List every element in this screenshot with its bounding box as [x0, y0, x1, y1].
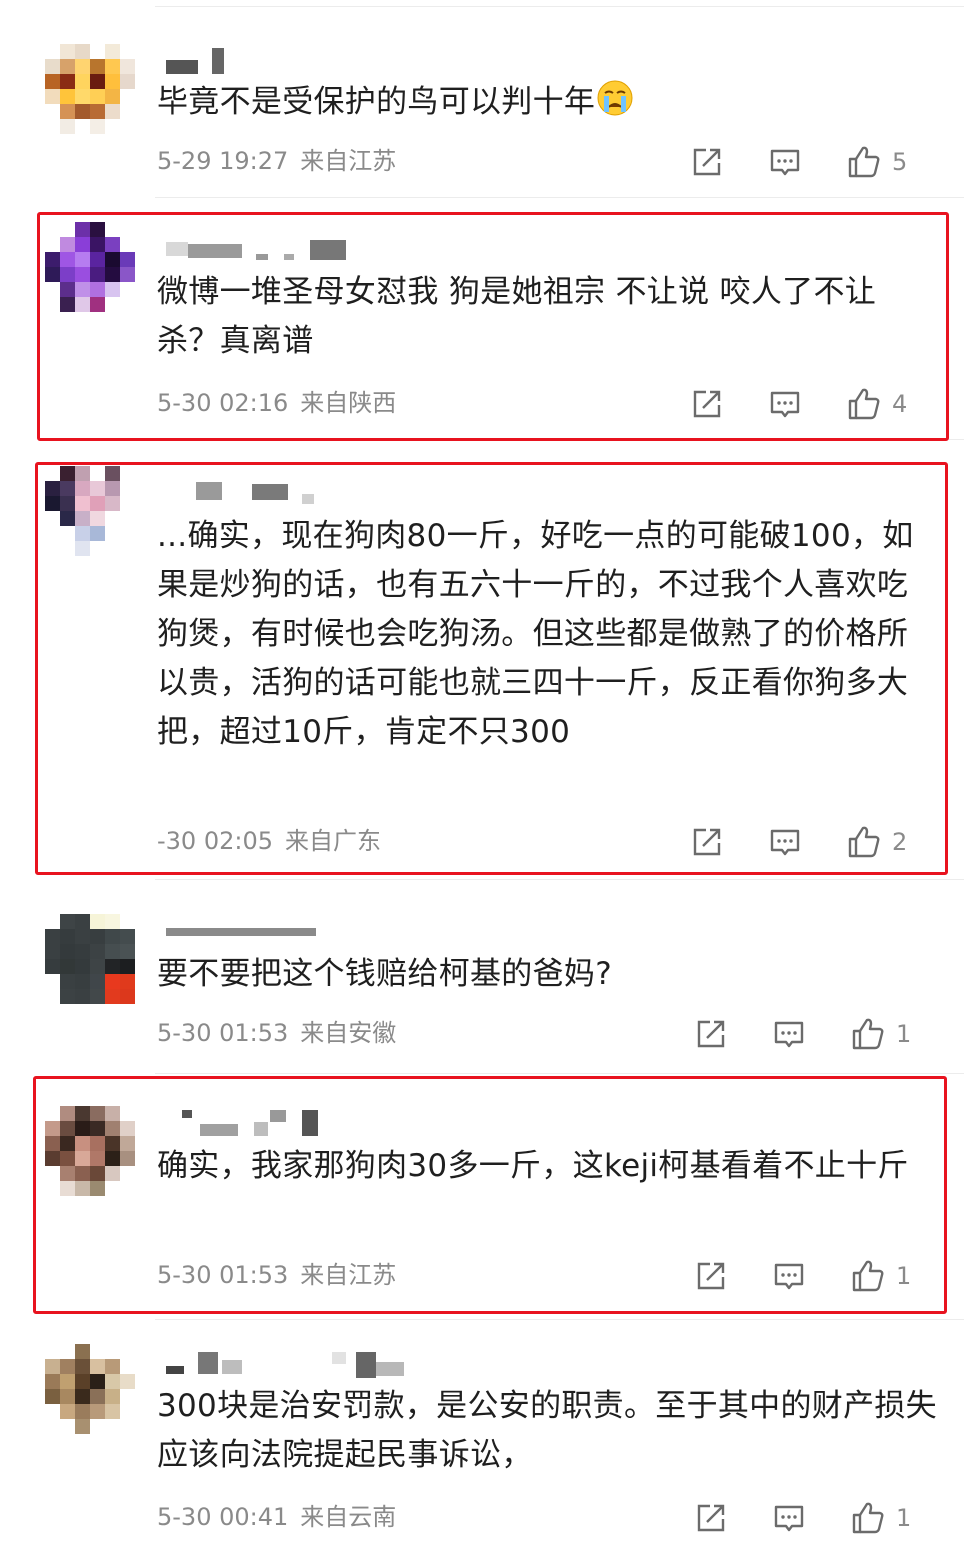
comment-date: 5-30 01:53: [157, 1019, 289, 1047]
comment-meta: 5-30 01:53 来自安徽: [157, 1018, 396, 1048]
comment-text: 毕竟不是受保护的鸟可以判十年: [157, 78, 937, 127]
avatar[interactable]: [45, 1344, 135, 1434]
comment-location: 来自江苏: [300, 147, 397, 175]
share-button[interactable]: [690, 142, 724, 182]
comment-location: 来自安徽: [300, 1019, 397, 1047]
avatar[interactable]: [45, 44, 135, 134]
comment-location: 来自云南: [300, 1503, 397, 1531]
username-obscured[interactable]: [160, 44, 360, 74]
like-button[interactable]: 5: [846, 142, 907, 182]
comment-icon: [770, 149, 800, 176]
comment-actions: 1: [678, 1498, 938, 1538]
comment-meta: 5-29 19:27 来自江苏: [157, 146, 396, 176]
crying-face-icon: [595, 78, 635, 118]
like-count: 1: [896, 1504, 912, 1532]
share-icon: [697, 1020, 725, 1048]
share-button[interactable]: [694, 1014, 728, 1054]
comment-item: 毕竟不是受保护的鸟可以判十年 5-29 19:27 来自江苏 5: [0, 6, 964, 198]
thumbs-up-icon: [852, 1018, 884, 1050]
thumbs-up-icon: [848, 146, 880, 178]
highlight-box: [33, 1076, 947, 1314]
share-icon: [693, 148, 721, 176]
reply-button[interactable]: [772, 1498, 806, 1538]
comment-item: 要不要把这个钱赔给柯基的爸妈? 5-30 01:53 来自安徽 1: [0, 880, 964, 1074]
comment-actions: 1: [678, 1014, 938, 1054]
comment-date: 5-30 00:41: [157, 1503, 289, 1531]
like-button[interactable]: 1: [850, 1014, 911, 1054]
reply-button[interactable]: [772, 1014, 806, 1054]
highlight-box: [35, 462, 948, 875]
share-icon: [697, 1504, 725, 1532]
comment-text: 要不要把这个钱赔给柯基的爸妈?: [157, 956, 612, 992]
avatar[interactable]: [45, 914, 135, 1004]
comment-icon: [774, 1021, 804, 1048]
comment-date: 5-29 19:27: [157, 147, 289, 175]
reply-button[interactable]: [768, 142, 802, 182]
like-count: 1: [896, 1020, 912, 1048]
username-obscured[interactable]: [160, 914, 360, 944]
comment-icon: [774, 1505, 804, 1532]
like-count: 5: [892, 148, 908, 176]
highlight-box: [37, 212, 949, 441]
like-button[interactable]: 1: [850, 1498, 911, 1538]
share-button[interactable]: [694, 1498, 728, 1538]
comment-actions: 5: [674, 142, 934, 182]
comment-meta: 5-30 00:41 来自云南: [157, 1502, 396, 1532]
comment-text: 300块是治安罚款，是公安的职责。至于其中的财产损失应该向法院提起民事诉讼，: [157, 1388, 937, 1473]
comment-item: 300块是治安罚款，是公安的职责。至于其中的财产损失应该向法院提起民事诉讼， 5…: [0, 1320, 964, 1562]
username-obscured[interactable]: [160, 1350, 404, 1380]
thumbs-up-icon: [852, 1502, 884, 1534]
